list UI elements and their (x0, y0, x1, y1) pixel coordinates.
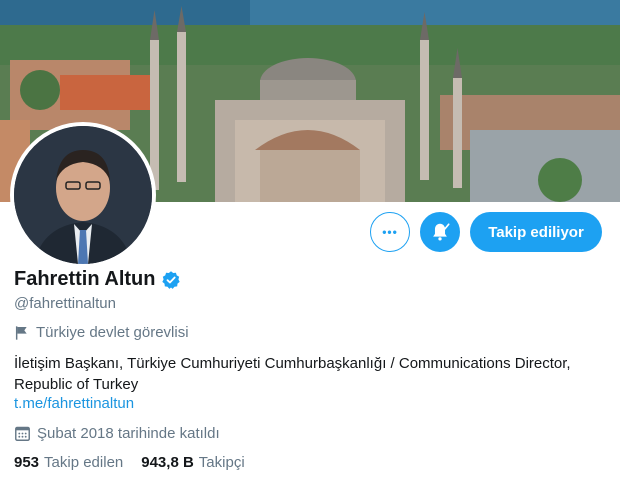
user-handle: @fahrettinaltun (14, 295, 116, 312)
calendar-icon (15, 426, 30, 441)
following-count-link[interactable]: 953 Takip edilen (14, 454, 123, 471)
profile-actions: ••• Takip ediliyor (370, 212, 602, 252)
flag-icon (15, 325, 27, 340)
following-label: Takip edilen (44, 454, 124, 471)
followers-label: Takipçi (198, 454, 245, 471)
more-options-button[interactable]: ••• (370, 212, 410, 252)
join-date: Şubat 2018 tarihinde katıldı (14, 425, 614, 442)
display-name: Fahrettin Altun (14, 268, 156, 290)
category-label: Türkiye devlet görevlisi (36, 324, 189, 341)
followers-count-link[interactable]: 943,8 B Takipçi (141, 454, 244, 471)
profile-category: Türkiye devlet görevlisi (14, 324, 614, 341)
more-icon: ••• (382, 225, 398, 239)
follow-counts: 953 Takip edilen 943,8 B Takipçi (14, 454, 614, 471)
following-count: 953 (14, 454, 40, 471)
profile-bio: İletişim Başkanı, Türkiye Cumhuriyeti Cu… (14, 355, 571, 393)
join-date-label: Şubat 2018 tarihinde katıldı (37, 425, 220, 442)
profile-link[interactable]: t.me/fahrettinaltun (14, 395, 134, 412)
followers-count: 943,8 B (141, 454, 194, 471)
notifications-button[interactable] (420, 212, 460, 252)
name-row: Fahrettin Altun (14, 268, 614, 291)
following-button[interactable]: Takip ediliyor (470, 212, 602, 252)
bell-check-icon (433, 223, 450, 241)
avatar-photo (14, 126, 152, 264)
profile-avatar[interactable] (10, 122, 156, 268)
verified-badge-icon (162, 270, 181, 289)
profile-info: Fahrettin Altun @fahrettinaltun Türkiye … (14, 268, 614, 471)
